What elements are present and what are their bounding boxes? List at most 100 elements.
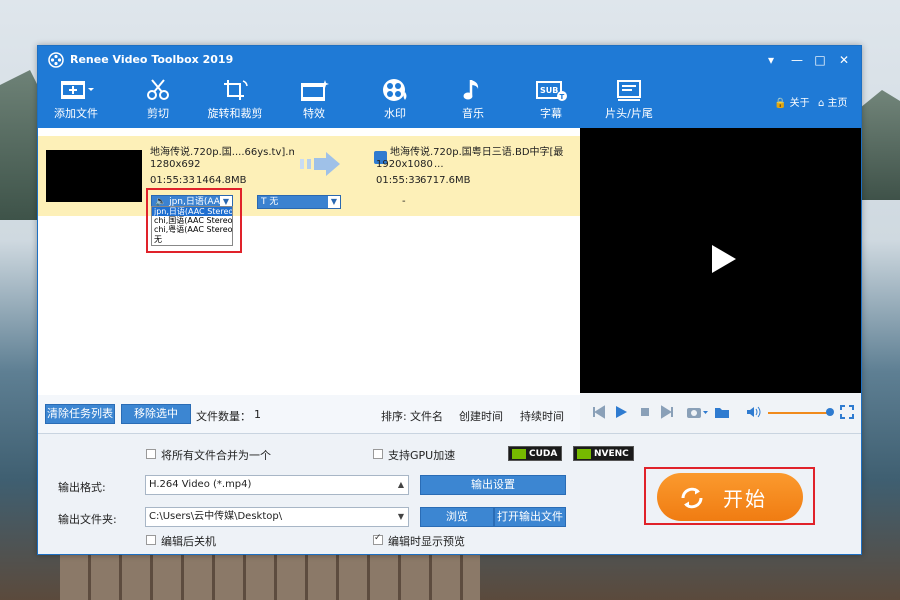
toolbar: 添加文件 剪切 旋转和裁剪 特效 水印 音乐 SUB T 字幕 片头/片尾 🔒 … bbox=[38, 74, 861, 128]
sort-by-name[interactable]: 文件名 bbox=[410, 408, 443, 424]
volume-icon[interactable] bbox=[746, 405, 762, 419]
output-format-label: 输出格式: bbox=[58, 481, 106, 494]
clear-task-list-button[interactable]: 清除任务列表 bbox=[45, 404, 115, 424]
about-label: 关于 bbox=[789, 98, 810, 109]
merge-files-label: 将所有文件合并为一个 bbox=[161, 449, 271, 462]
cut-button[interactable]: 剪切 bbox=[138, 78, 178, 124]
show-preview-label: 编辑时显示预览 bbox=[388, 535, 465, 548]
file-count-label: 文件数量： bbox=[196, 410, 251, 423]
output-folder-value: C:\Users\云中传媒\Desktop\ bbox=[149, 511, 283, 522]
home-label: 主页 bbox=[827, 98, 848, 109]
watermark-button[interactable]: 水印 bbox=[375, 78, 415, 124]
volume-slider-track[interactable] bbox=[768, 412, 830, 414]
subtitle-button[interactable]: SUB T 字幕 bbox=[531, 78, 571, 124]
intro-outro-button[interactable]: 片头/片尾 bbox=[603, 78, 655, 124]
remove-selected-button[interactable]: 移除选中 bbox=[121, 404, 191, 424]
output-extra: ... bbox=[434, 159, 444, 170]
list-action-bar: 清除任务列表 移除选中 文件数量： 1 排序: 文件名 创建时间 持续时间 bbox=[38, 395, 580, 433]
app-window: Renee Video Toolbox 2019 ▾ — □ ✕ 添加文件 剪切 bbox=[37, 45, 862, 555]
maximize-button[interactable]: □ bbox=[811, 51, 829, 69]
add-file-icon bbox=[61, 81, 94, 99]
nvenc-badge: NVENC bbox=[573, 446, 634, 461]
music-button[interactable]: 音乐 bbox=[453, 78, 493, 124]
output-resolution: 1920x1080 bbox=[376, 159, 433, 170]
output-settings-button[interactable]: 输出设置 bbox=[420, 475, 566, 495]
nvidia-icon bbox=[577, 449, 591, 459]
file-list: 地海传说.720p.国....66ys.tv].mkv 1280x692 01:… bbox=[38, 128, 580, 395]
camera-icon[interactable] bbox=[686, 405, 708, 419]
crop-icon bbox=[224, 80, 248, 100]
about-button[interactable]: 🔒 关于 bbox=[774, 94, 810, 109]
output-file-name: 地海传说.720p.国粤日三语.BD中字[最 bbox=[390, 147, 564, 158]
close-button[interactable]: ✕ bbox=[835, 51, 853, 69]
tool-label-subtitle: 字幕 bbox=[540, 107, 562, 120]
player-controls bbox=[580, 393, 861, 433]
sort-label: 排序: bbox=[381, 410, 407, 423]
add-file-button[interactable]: 添加文件 bbox=[50, 78, 102, 124]
subtitle-value: 无 bbox=[269, 197, 279, 207]
output-duration: 01:55:33 bbox=[376, 175, 421, 186]
volume-slider-handle[interactable] bbox=[826, 408, 834, 416]
tool-label-effects: 特效 bbox=[303, 107, 325, 120]
background-dock bbox=[60, 552, 480, 600]
title-bar: Renee Video Toolbox 2019 ▾ — □ ✕ bbox=[38, 46, 861, 74]
tool-label-cut: 剪切 bbox=[147, 107, 169, 120]
highlight-box-start bbox=[644, 467, 815, 525]
output-format-select[interactable]: H.264 Video (*.mp4) ▲ bbox=[145, 475, 409, 495]
merge-files-checkbox[interactable] bbox=[146, 449, 156, 459]
skip-back-icon[interactable] bbox=[592, 405, 606, 419]
video-thumbnail bbox=[46, 150, 142, 202]
home-icon: ⌂ bbox=[818, 98, 825, 109]
subtitle-icon: SUB T bbox=[536, 81, 567, 101]
effects-button[interactable]: 特效 bbox=[294, 78, 334, 124]
home-button[interactable]: ⌂ 主页 bbox=[818, 94, 848, 109]
open-output-folder-button[interactable]: 打开输出文件 bbox=[494, 507, 566, 527]
chevron-down-icon: ▼ bbox=[328, 196, 340, 208]
source-resolution: 1280x692 bbox=[150, 159, 201, 170]
fullscreen-icon[interactable] bbox=[840, 405, 854, 419]
output-folder-select[interactable]: C:\Users\云中传媒\Desktop\ ▼ bbox=[145, 507, 409, 527]
play-icon[interactable] bbox=[614, 405, 628, 419]
folder-icon[interactable] bbox=[714, 405, 730, 419]
chevron-down-icon: ▼ bbox=[397, 512, 404, 521]
file-row[interactable]: 地海传说.720p.国....66ys.tv].mkv 1280x692 01:… bbox=[38, 136, 580, 216]
show-preview-checkbox[interactable] bbox=[373, 533, 383, 545]
dash-placeholder: - bbox=[402, 196, 406, 207]
rotate-crop-button[interactable]: 旋转和裁剪 bbox=[206, 78, 264, 124]
cuda-badge: CUDA bbox=[508, 446, 563, 461]
minimize-button[interactable]: — bbox=[788, 51, 806, 69]
source-duration: 01:55:33 bbox=[150, 175, 195, 186]
intro-outro-icon bbox=[617, 80, 641, 101]
shutdown-after-edit-checkbox[interactable] bbox=[146, 535, 156, 545]
svg-text:SUB: SUB bbox=[540, 86, 558, 95]
output-size: 6717.6MB bbox=[420, 175, 471, 186]
nvidia-icon bbox=[512, 449, 526, 459]
lock-icon: 🔒 bbox=[774, 98, 787, 109]
file-count-value: 1 bbox=[254, 408, 261, 421]
sort-by-created[interactable]: 创建时间 bbox=[459, 408, 503, 424]
tool-label-intro-outro: 片头/片尾 bbox=[605, 107, 653, 120]
stop-icon[interactable] bbox=[638, 405, 652, 419]
menu-dropdown-icon[interactable]: ▾ bbox=[762, 51, 780, 69]
gpu-accel-label: 支持GPU加速 bbox=[388, 449, 456, 462]
tool-label-music: 音乐 bbox=[462, 107, 484, 120]
source-file-name: 地海传说.720p.国....66ys.tv].mkv bbox=[150, 147, 294, 158]
convert-arrow-icon bbox=[300, 152, 340, 176]
music-note-icon bbox=[463, 80, 479, 100]
shutdown-after-edit-label: 编辑后关机 bbox=[161, 535, 216, 548]
video-preview[interactable] bbox=[580, 128, 861, 393]
sort-by-duration[interactable]: 持续时间 bbox=[520, 408, 564, 424]
chevron-up-icon: ▲ bbox=[397, 480, 404, 489]
tool-label-add-file: 添加文件 bbox=[54, 107, 98, 120]
skip-forward-icon[interactable] bbox=[660, 405, 674, 419]
gpu-accel-checkbox[interactable] bbox=[373, 449, 383, 459]
app-logo-icon bbox=[48, 52, 64, 68]
scissors-icon bbox=[147, 79, 169, 100]
text-icon: T bbox=[261, 197, 267, 207]
subtitle-select[interactable]: T 无 ▼ bbox=[257, 195, 341, 209]
play-large-icon[interactable] bbox=[710, 243, 738, 275]
output-format-value: H.264 Video (*.mp4) bbox=[149, 479, 252, 490]
highlight-box-audio bbox=[146, 188, 242, 253]
app-title: Renee Video Toolbox 2019 bbox=[70, 53, 234, 66]
browse-button[interactable]: 浏览 bbox=[420, 507, 494, 527]
